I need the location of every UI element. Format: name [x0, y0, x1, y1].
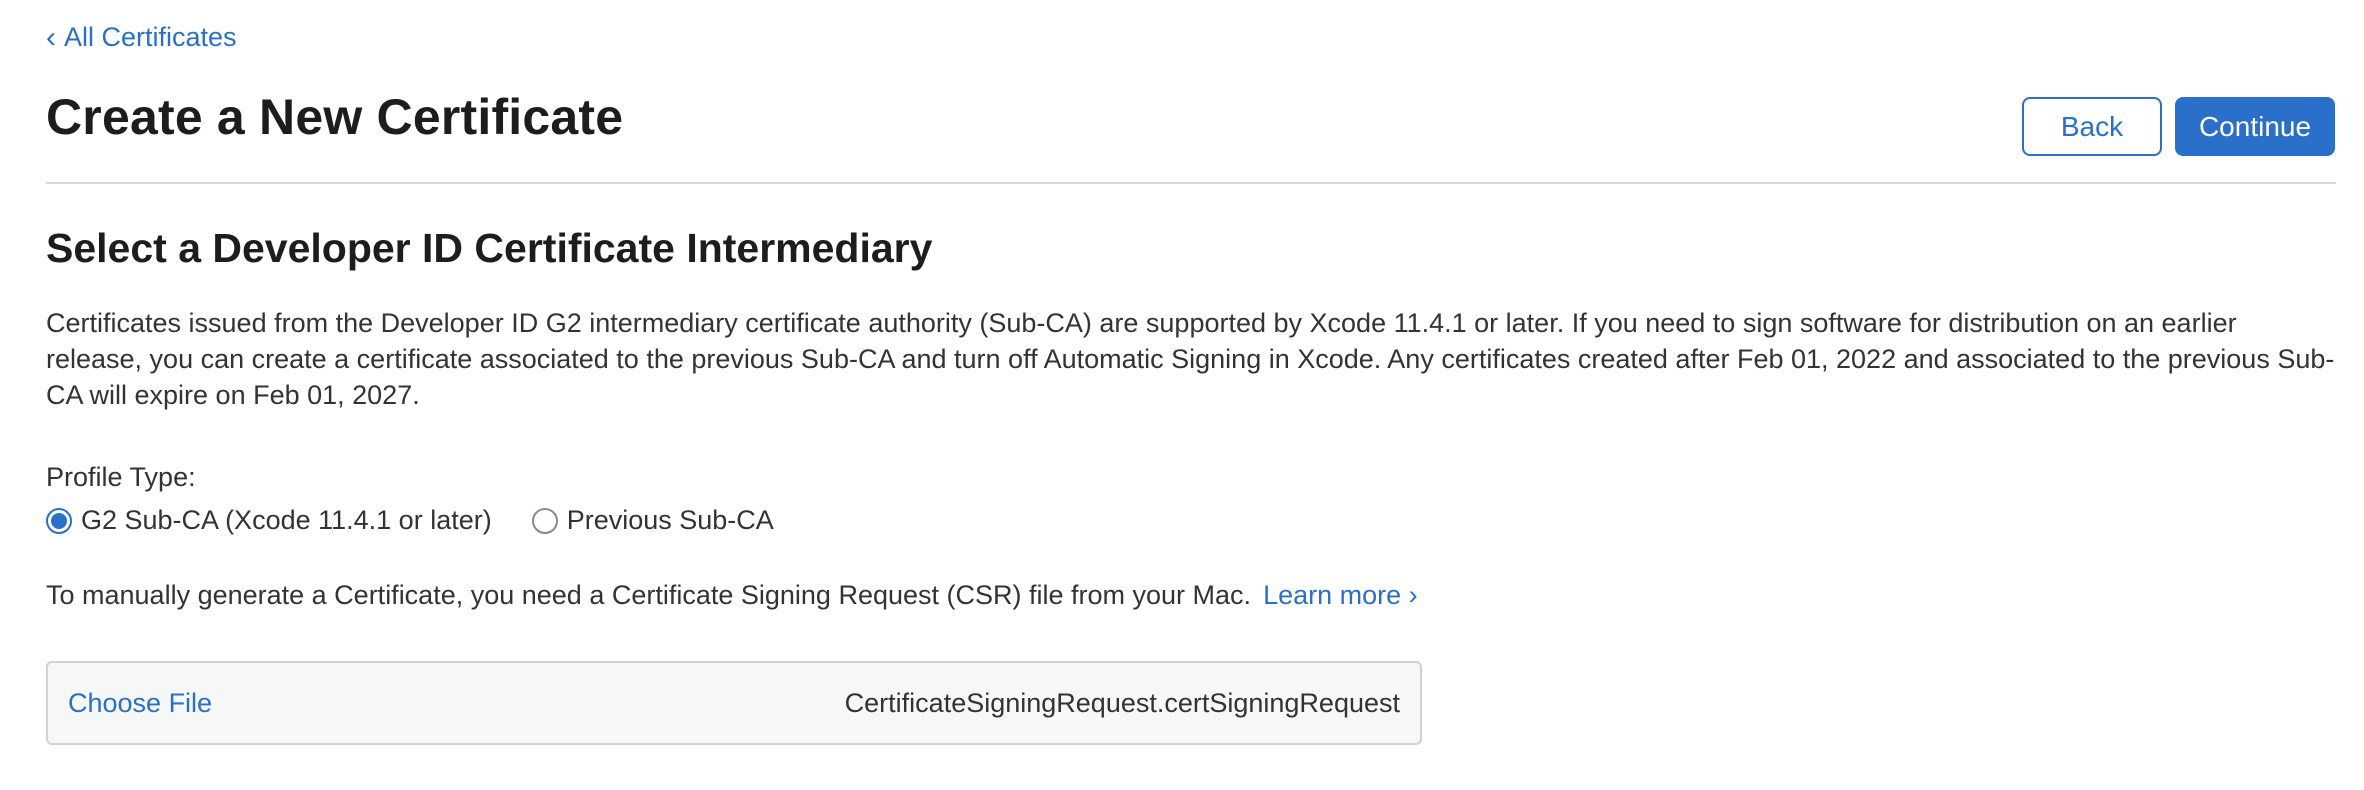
profile-type-label: Profile Type:: [46, 462, 196, 492]
section-title: Select a Developer ID Certificate Interm…: [46, 225, 933, 271]
radio-label-g2-sub-ca: G2 Sub-CA (Xcode 11.4.1 or later): [81, 505, 492, 535]
back-button[interactable]: Back: [2022, 97, 2162, 156]
selected-file-name: CertificateSigningRequest.certSigningReq…: [844, 687, 1400, 718]
radio-label-previous-sub-ca: Previous Sub-CA: [566, 505, 774, 535]
radio-button-previous-sub-ca[interactable]: [531, 507, 558, 534]
radio-button-g2-sub-ca[interactable]: [46, 507, 72, 534]
create-certificate-page: ‹ All Certificates Create a New Certific…: [0, 0, 2364, 790]
all-certificates-label: All Certificates: [64, 22, 237, 52]
header-divider: [46, 182, 2336, 184]
profile-type-radio-group: G2 Sub-CA (Xcode 11.4.1 or later) Previo…: [46, 505, 774, 536]
radio-option-g2-sub-ca[interactable]: G2 Sub-CA (Xcode 11.4.1 or later): [46, 505, 492, 536]
section-description: Certificates issued from the Developer I…: [46, 308, 2335, 410]
continue-button[interactable]: Continue: [2175, 97, 2335, 156]
page-title: Create a New Certificate: [46, 89, 624, 145]
choose-file-button[interactable]: Choose File: [68, 688, 212, 719]
csr-instructions-text: To manually generate a Certificate, you …: [46, 580, 1252, 610]
csr-instructions: To manually generate a Certificate, you …: [46, 580, 1418, 611]
file-upload-box: Choose File CertificateSigningRequest.ce…: [46, 661, 1422, 745]
radio-option-previous-sub-ca[interactable]: Previous Sub-CA: [531, 505, 774, 536]
learn-more-link[interactable]: Learn more ›: [1263, 580, 1418, 611]
all-certificates-link[interactable]: ‹ All Certificates: [46, 22, 237, 53]
chevron-left-icon: ‹: [46, 20, 56, 54]
